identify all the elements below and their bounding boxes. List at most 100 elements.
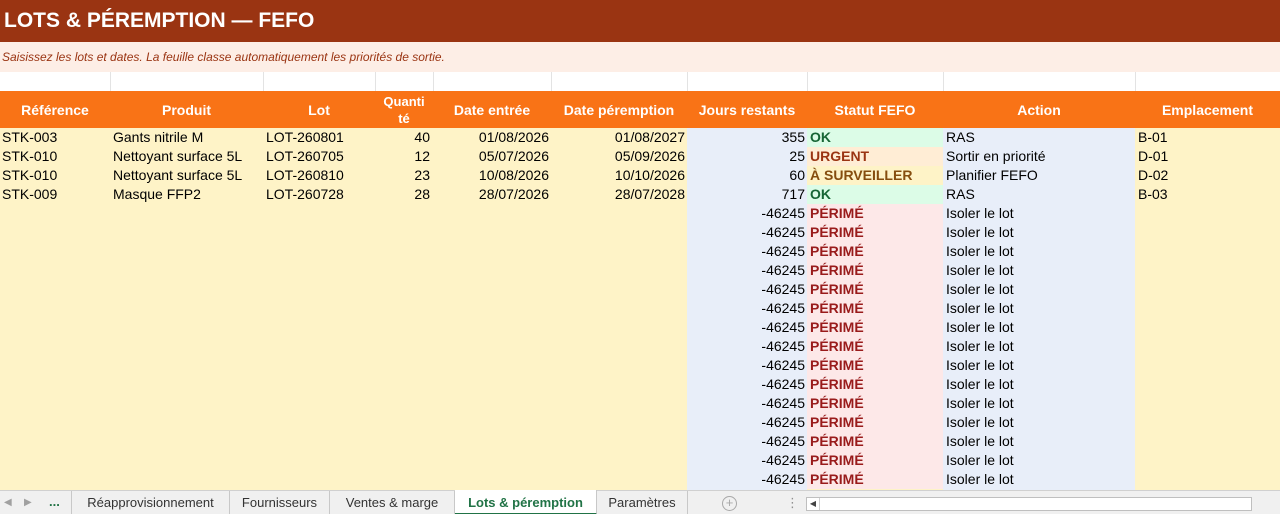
cell-lot[interactable] (266, 413, 374, 432)
cell-reference[interactable] (2, 242, 108, 261)
cell-jours-restants[interactable]: -46245 (687, 299, 805, 318)
cell-emplacement[interactable] (1138, 337, 1278, 356)
cell-action[interactable]: Isoler le lot (946, 337, 1134, 356)
cell-emplacement[interactable] (1138, 470, 1278, 489)
cell-date-peremption[interactable] (551, 375, 685, 394)
cell-lot[interactable] (266, 470, 374, 489)
options-icon[interactable]: ⋮ (786, 491, 799, 514)
cell-date-peremption[interactable] (551, 280, 685, 299)
cell-emplacement[interactable] (1138, 280, 1278, 299)
cell-emplacement[interactable] (1138, 223, 1278, 242)
cell-produit[interactable] (113, 223, 263, 242)
header-action[interactable]: Action (943, 91, 1135, 128)
cell-statut[interactable]: OK (810, 128, 942, 147)
cell-quantite[interactable]: 28 (375, 185, 430, 204)
cell-jours-restants[interactable]: -46245 (687, 204, 805, 223)
tab-ventes-marge[interactable]: Ventes & marge (330, 491, 455, 514)
cell-quantite[interactable] (375, 318, 430, 337)
cell-date-entree[interactable]: 10/08/2026 (433, 166, 549, 185)
cell-jours-restants[interactable]: 60 (687, 166, 805, 185)
cell-action[interactable]: Isoler le lot (946, 242, 1134, 261)
cell-action[interactable]: Isoler le lot (946, 299, 1134, 318)
cell-statut[interactable]: PÉRIMÉ (810, 261, 942, 280)
cell-lot[interactable] (266, 356, 374, 375)
cell-statut[interactable]: PÉRIMÉ (810, 432, 942, 451)
header-quantite[interactable]: Quanti té (375, 91, 433, 128)
cell-statut[interactable]: PÉRIMÉ (810, 337, 942, 356)
cell-date-peremption[interactable]: 10/10/2026 (551, 166, 685, 185)
cell-date-peremption[interactable]: 28/07/2028 (551, 185, 685, 204)
cell-produit[interactable] (113, 394, 263, 413)
cell-statut[interactable]: PÉRIMÉ (810, 394, 942, 413)
cell-produit[interactable]: Nettoyant surface 5L (113, 147, 263, 166)
cell-quantite[interactable] (375, 470, 430, 489)
cell-reference[interactable] (2, 470, 108, 489)
cell-statut[interactable]: PÉRIMÉ (810, 204, 942, 223)
cell-emplacement[interactable] (1138, 242, 1278, 261)
cell-jours-restants[interactable]: -46245 (687, 432, 805, 451)
cell-quantite[interactable] (375, 223, 430, 242)
tab-fournisseurs[interactable]: Fournisseurs (230, 491, 330, 514)
cell-lot[interactable]: LOT-260705 (266, 147, 374, 166)
cell-statut[interactable]: PÉRIMÉ (810, 223, 942, 242)
cell-reference[interactable]: STK-003 (2, 128, 108, 147)
cell-jours-restants[interactable]: -46245 (687, 223, 805, 242)
cell-jours-restants[interactable]: 25 (687, 147, 805, 166)
cell-reference[interactable] (2, 280, 108, 299)
scroll-left-icon[interactable]: ◀ (807, 498, 820, 510)
cell-action[interactable]: RAS (946, 128, 1134, 147)
cell-emplacement[interactable] (1138, 451, 1278, 470)
cell-emplacement[interactable] (1138, 261, 1278, 280)
header-emplacement[interactable]: Emplacement (1135, 91, 1280, 128)
cell-statut[interactable]: URGENT (810, 147, 942, 166)
cell-statut[interactable]: PÉRIMÉ (810, 356, 942, 375)
cell-date-peremption[interactable] (551, 337, 685, 356)
cell-produit[interactable] (113, 451, 263, 470)
cell-jours-restants[interactable]: -46245 (687, 280, 805, 299)
cell-statut[interactable]: PÉRIMÉ (810, 470, 942, 489)
header-reference[interactable]: Référence (0, 91, 110, 128)
cell-date-entree[interactable] (433, 337, 549, 356)
cell-date-peremption[interactable] (551, 223, 685, 242)
cell-produit[interactable] (113, 337, 263, 356)
cell-lot[interactable] (266, 451, 374, 470)
cell-quantite[interactable] (375, 413, 430, 432)
cell-jours-restants[interactable]: -46245 (687, 451, 805, 470)
cell-statut[interactable]: PÉRIMÉ (810, 242, 942, 261)
cell-produit[interactable] (113, 432, 263, 451)
cell-quantite[interactable] (375, 375, 430, 394)
cell-date-peremption[interactable] (551, 432, 685, 451)
cell-reference[interactable] (2, 223, 108, 242)
add-sheet-icon[interactable]: + (722, 496, 737, 511)
cell-action[interactable]: Isoler le lot (946, 413, 1134, 432)
header-statut[interactable]: Statut FEFO (807, 91, 943, 128)
cell-lot[interactable] (266, 337, 374, 356)
cell-quantite[interactable] (375, 394, 430, 413)
cell-date-entree[interactable] (433, 356, 549, 375)
cell-emplacement[interactable] (1138, 375, 1278, 394)
cell-reference[interactable] (2, 413, 108, 432)
cell-lot[interactable] (266, 204, 374, 223)
cell-emplacement[interactable]: B-03 (1138, 185, 1278, 204)
cell-lot[interactable]: LOT-260728 (266, 185, 374, 204)
cell-jours-restants[interactable]: -46245 (687, 242, 805, 261)
tab-lots-peremption[interactable]: Lots & péremption (455, 490, 597, 514)
cell-produit[interactable] (113, 261, 263, 280)
cell-action[interactable]: Isoler le lot (946, 375, 1134, 394)
cell-date-peremption[interactable] (551, 394, 685, 413)
cell-date-entree[interactable]: 01/08/2026 (433, 128, 549, 147)
cell-reference[interactable] (2, 299, 108, 318)
cell-action[interactable]: RAS (946, 185, 1134, 204)
more-tabs-button[interactable]: ... (49, 491, 60, 514)
tab-scroll-right-icon[interactable]: ▶ (24, 491, 32, 514)
cell-date-entree[interactable] (433, 261, 549, 280)
cell-jours-restants[interactable]: -46245 (687, 337, 805, 356)
cell-lot[interactable] (266, 299, 374, 318)
cell-reference[interactable] (2, 451, 108, 470)
cell-date-entree[interactable] (433, 242, 549, 261)
cell-date-entree[interactable] (433, 470, 549, 489)
cell-emplacement[interactable]: D-01 (1138, 147, 1278, 166)
cell-lot[interactable] (266, 318, 374, 337)
cell-lot[interactable] (266, 242, 374, 261)
cell-produit[interactable] (113, 375, 263, 394)
